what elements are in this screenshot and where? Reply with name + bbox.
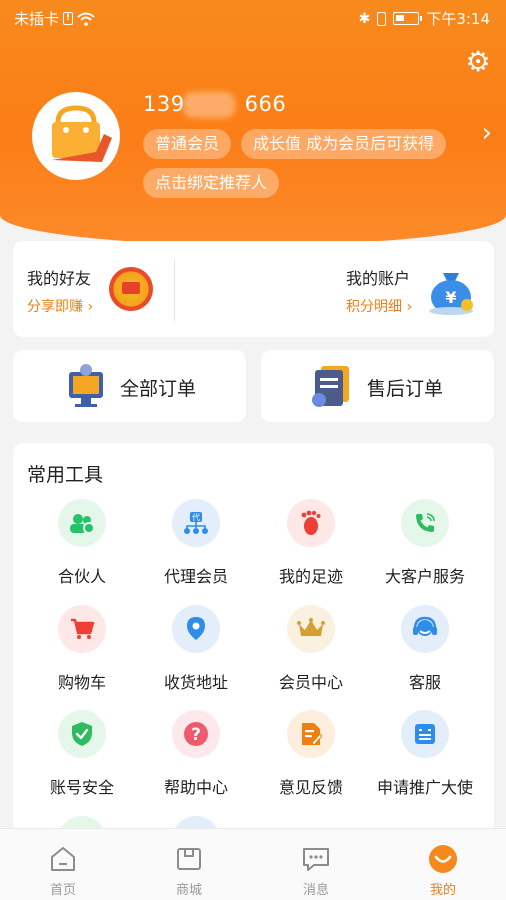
footprint-icon	[287, 499, 335, 547]
crown-icon	[287, 605, 335, 653]
svg-text:¥: ¥	[445, 288, 456, 307]
phone-mask	[183, 92, 235, 118]
svg-text:?: ?	[191, 725, 201, 745]
after-sale-icon	[312, 366, 349, 407]
common-tools-card: 常用工具 合伙人 代 代理会员 我的足迹 大客户服务 购物车 收货地址 会员中心…	[13, 443, 494, 863]
tab-label: 首页	[49, 883, 76, 898]
tool-feedback[interactable]: 意见反馈	[251, 710, 371, 798]
my-account-title[interactable]: 我的账户	[346, 265, 410, 289]
tool-label: 大客户服务	[384, 567, 465, 586]
tab-mall[interactable]: 商城	[126, 829, 252, 898]
tool-label: 代理会员	[163, 567, 228, 586]
battery-icon	[393, 12, 423, 25]
tool-label: 客服	[408, 673, 441, 692]
clock-text: 下午3:14	[426, 10, 490, 28]
bluetooth-icon: ✱	[358, 10, 371, 27]
tool-label: 账号安全	[49, 778, 114, 797]
tab-mine[interactable]: 我的	[380, 829, 506, 898]
tab-label: 我的	[429, 883, 456, 898]
order-list-icon	[69, 364, 103, 407]
after-sale-orders-button[interactable]: 售后订单	[261, 350, 494, 422]
tool-label: 会员中心	[278, 673, 343, 692]
tool-label: 合伙人	[57, 567, 106, 586]
red-envelope-icon	[109, 267, 153, 311]
tool-label: 我的足迹	[278, 567, 343, 586]
agent-icon: 代	[172, 499, 220, 547]
message-icon	[303, 848, 329, 871]
bottom-tab-bar: 首页 商城 消息 我的	[0, 828, 506, 900]
tool-member-center[interactable]: 会员中心	[251, 605, 371, 693]
growth-value-badge: 成长值 成为会员后可获得	[241, 129, 447, 159]
wifi-icon	[77, 12, 95, 26]
all-orders-label: 全部订单	[120, 378, 197, 400]
partner-icon	[58, 499, 106, 547]
avatar[interactable]	[32, 92, 120, 180]
tool-cart[interactable]: 购物车	[22, 605, 142, 693]
tool-label: 意见反馈	[278, 778, 343, 797]
tool-label: 购物车	[57, 673, 106, 692]
share-earn-link[interactable]: 分享即赚 ›	[27, 296, 93, 316]
location-icon	[172, 605, 220, 653]
tab-label: 消息	[302, 883, 329, 898]
question-icon: ?	[172, 710, 220, 758]
tools-title: 常用工具	[27, 464, 104, 486]
tool-address[interactable]: 收货地址	[136, 605, 256, 693]
tool-label: 收货地址	[163, 673, 228, 692]
ambassador-icon	[401, 710, 449, 758]
svg-text:代: 代	[192, 512, 200, 522]
vibrate-icon	[377, 11, 387, 26]
home-icon	[51, 847, 75, 871]
sim-alert-icon: !	[63, 12, 74, 25]
money-bag-icon: ¥	[429, 273, 473, 315]
tool-label: 申请推广大使	[376, 778, 473, 797]
bind-referrer-button[interactable]: 点击绑定推荐人	[143, 168, 280, 198]
tool-help-center[interactable]: ? 帮助中心	[136, 710, 256, 798]
status-bar: 未插卡 ! ✱ 下午3:14	[0, 0, 506, 34]
phone-icon	[401, 499, 449, 547]
headset-icon	[401, 605, 449, 653]
my-friends-title[interactable]: 我的好友	[27, 265, 91, 289]
tool-vip-service[interactable]: 大客户服务	[365, 499, 485, 587]
mall-icon	[177, 848, 201, 870]
tool-customer-service[interactable]: 客服	[365, 605, 485, 693]
mine-smile-icon	[429, 845, 457, 873]
tab-label: 商城	[175, 883, 202, 898]
all-orders-button[interactable]: 全部订单	[13, 350, 246, 422]
card-divider	[174, 259, 175, 321]
carrier-text: 未插卡	[14, 10, 60, 28]
tool-partner[interactable]: 合伙人	[22, 499, 142, 587]
tool-account-security[interactable]: 账号安全	[22, 710, 142, 798]
tool-footprint[interactable]: 我的足迹	[251, 499, 371, 587]
feedback-icon	[287, 710, 335, 758]
tab-messages[interactable]: 消息	[253, 829, 379, 898]
member-level-badge: 普通会员	[143, 129, 232, 159]
tool-agent-member[interactable]: 代 代理会员	[136, 499, 256, 587]
tool-ambassador[interactable]: 申请推广大使	[365, 710, 485, 798]
settings-gear-icon[interactable]: ⚙	[462, 46, 494, 78]
shield-icon	[58, 710, 106, 758]
friends-account-card: 我的好友 分享即赚 › 我的账户 积分明细 › ¥	[13, 241, 494, 337]
points-detail-link[interactable]: 积分明细 ›	[346, 296, 412, 316]
tab-home[interactable]: 首页	[0, 829, 126, 898]
tool-label: 帮助中心	[163, 778, 228, 797]
cart-icon	[58, 605, 106, 653]
after-sale-orders-label: 售后订单	[367, 378, 444, 400]
profile-chevron-right-icon[interactable]: ›	[482, 118, 492, 148]
